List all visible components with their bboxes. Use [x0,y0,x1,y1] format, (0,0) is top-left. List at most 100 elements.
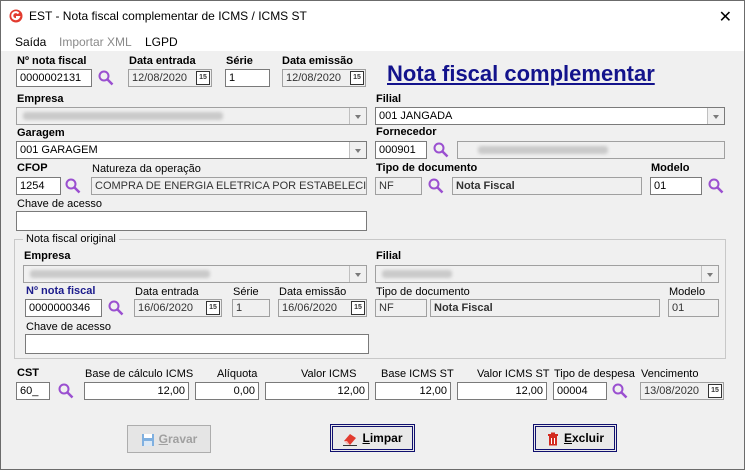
original-tipo-documento-name-field: Nota Fiscal [430,299,660,317]
data-emissao-field[interactable]: 12/08/2020 15 [282,69,366,87]
chevron-down-icon[interactable] [701,266,718,282]
search-icon[interactable] [58,383,74,399]
redacted-text [382,270,452,278]
menu-item-importar-xml[interactable]: Importar XML [59,35,132,49]
menu-item-saida[interactable]: Saída [15,35,46,49]
filial-select[interactable]: 001 JANGADA [375,107,725,125]
fornecedor-label: Fornecedor [376,126,437,138]
nota-fiscal-label: Nº nota fiscal [17,55,87,67]
filial-value: 001 JANGADA [379,110,453,122]
original-serie-field: 1 [232,299,270,317]
original-modelo-label: Modelo [669,286,706,298]
base-icms-field[interactable]: 12,00 [84,382,189,400]
base-icms-st-label: Base ICMS ST [381,368,454,380]
garagem-select[interactable]: 001 GARAGEM [16,141,367,159]
fornecedor-name-field [457,141,725,159]
nota-fiscal-field[interactable]: 0000002131 [16,69,92,87]
search-icon[interactable] [108,300,124,316]
valor-icms-st-field[interactable]: 12,00 [457,382,547,400]
original-tipo-documento-code-field: NF [375,299,427,317]
empresa-label: Empresa [17,93,64,105]
original-nota-fiscal-field[interactable]: 0000000346 [25,299,102,317]
search-icon[interactable] [98,70,114,86]
gravar-button-label: ravar [167,432,198,446]
base-icms-st-field[interactable]: 12,00 [375,382,451,400]
original-data-emissao-value: 16/06/2020 [282,302,338,314]
original-data-entrada-value: 16/06/2020 [138,302,194,314]
search-icon[interactable] [708,178,724,194]
original-empresa-select[interactable] [23,265,367,283]
original-tipo-documento-label: Tipo de documento [376,286,470,298]
original-nota-fiscal-label: Nº nota fiscal [26,285,96,297]
excluir-button-mnemonic: E [563,431,572,445]
cfop-field[interactable]: 1254 [16,177,61,195]
calendar-icon[interactable]: 15 [206,301,220,315]
garagem-value: 001 GARAGEM [20,144,98,156]
data-emissao-value: 12/08/2020 [286,72,342,84]
data-entrada-field[interactable]: 12/08/2020 15 [128,69,212,87]
title-bar: EST - Nota fiscal complementar de ICMS /… [1,1,744,31]
vencimento-label: Vencimento [641,368,699,380]
chevron-down-icon[interactable] [349,266,366,282]
original-data-emissao-field[interactable]: 16/06/2020 15 [278,299,367,317]
fornecedor-code-field[interactable]: 000901 [375,141,427,159]
original-filial-select[interactable] [375,265,719,283]
cst-field[interactable]: 60_ [16,382,50,400]
natureza-field: COMPRA DE ENERGIA ELETRICA POR ESTABELEC… [91,177,367,195]
redacted-text [478,146,608,154]
data-emissao-label: Data emissão [282,55,353,67]
original-empresa-label: Empresa [24,250,71,262]
group-title: Nota fiscal original [23,233,119,245]
chave-acesso-field[interactable] [16,211,367,231]
modelo-field[interactable]: 01 [650,177,702,195]
serie-label: Série [226,55,253,67]
base-icms-label: Base de cálculo ICMS [85,368,194,380]
eraser-icon [343,433,358,446]
vencimento-field[interactable]: 13/08/2020 15 [640,382,724,400]
search-icon[interactable] [612,383,628,399]
chevron-down-icon[interactable] [349,142,366,158]
original-chave-acesso-label: Chave de acesso [26,321,111,333]
serie-field[interactable]: 1 [225,69,270,87]
original-data-entrada-field[interactable]: 16/06/2020 15 [134,299,222,317]
valor-icms-st-label: Valor ICMS ST [477,368,550,380]
tipo-documento-code-field[interactable]: NF [375,177,422,195]
redacted-text [30,270,210,278]
limpar-button-mnemonic: L [362,431,370,445]
app-icon [9,9,23,23]
close-icon[interactable]: ✕ [719,7,732,27]
tipo-despesa-field[interactable]: 00004 [553,382,607,400]
menu-item-lgpd[interactable]: LGPD [145,35,178,49]
vencimento-value: 13/08/2020 [644,385,700,397]
aliquota-label: Alíquota [217,368,258,380]
calendar-icon[interactable]: 15 [350,71,364,85]
chevron-down-icon[interactable] [349,108,366,124]
search-icon[interactable] [428,178,444,194]
main-window: EST - Nota fiscal complementar de ICMS /… [0,0,745,470]
search-icon[interactable] [65,178,81,194]
calendar-icon[interactable]: 15 [196,71,210,85]
calendar-icon[interactable]: 15 [708,384,722,398]
valor-icms-label: Valor ICMS [301,368,357,380]
search-icon[interactable] [433,142,449,158]
natureza-label: Natureza da operação [92,163,201,175]
chevron-down-icon[interactable] [707,108,724,124]
calendar-icon[interactable]: 15 [351,301,365,315]
original-filial-label: Filial [376,250,402,262]
original-modelo-field: 01 [668,299,719,317]
original-data-emissao-label: Data emissão [279,286,347,298]
data-entrada-label: Data entrada [129,55,196,67]
modelo-label: Modelo [651,162,690,174]
tipo-documento-label: Tipo de documento [376,162,478,174]
excluir-button[interactable]: Excluir [533,424,617,452]
original-chave-acesso-field[interactable] [25,334,369,354]
gravar-button-mnemonic: G [158,432,168,446]
limpar-button[interactable]: Limpar [330,424,415,452]
limpar-button-label: impar [369,431,403,445]
aliquota-field[interactable]: 0,00 [195,382,259,400]
gravar-button[interactable]: Gravar [127,425,211,453]
empresa-select[interactable] [16,107,367,125]
valor-icms-field[interactable]: 12,00 [265,382,369,400]
cfop-label: CFOP [17,162,48,174]
filial-label: Filial [376,93,402,105]
